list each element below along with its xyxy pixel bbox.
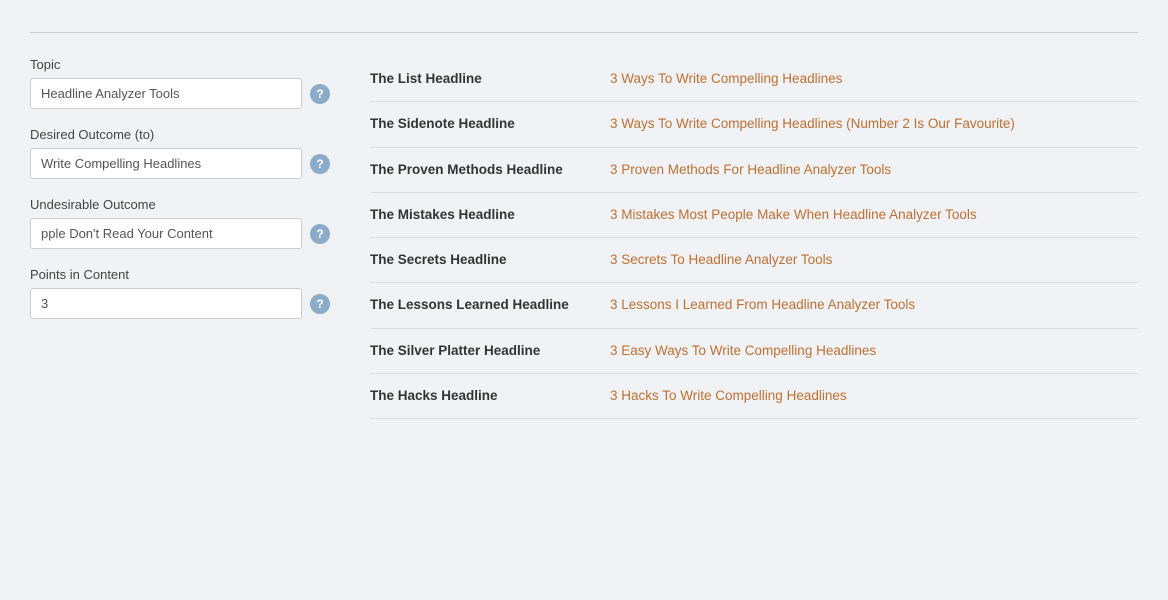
headline-row: The Hacks Headline 3 Hacks To Write Compe… (370, 374, 1138, 419)
help-icon-topic[interactable]: ? (310, 84, 330, 104)
label-desired_outcome: Desired Outcome (to) (30, 127, 330, 142)
headline-value[interactable]: 3 Easy Ways To Write Compelling Headline… (610, 341, 1138, 361)
field-group-desired_outcome: Desired Outcome (to)? (30, 127, 330, 179)
headline-type-label: The Lessons Learned Headline (370, 295, 590, 312)
title-divider (30, 32, 1138, 33)
headline-type-label: The Mistakes Headline (370, 205, 590, 222)
page-container: Topic?Desired Outcome (to)?Undesirable O… (0, 0, 1168, 439)
input-desired_outcome[interactable] (30, 148, 302, 179)
input-row-desired_outcome: ? (30, 148, 330, 179)
headline-row: The Secrets Headline 3 Secrets To Headlin… (370, 238, 1138, 283)
input-row-topic: ? (30, 78, 330, 109)
headline-value[interactable]: 3 Secrets To Headline Analyzer Tools (610, 250, 1138, 270)
headline-type-label: The Sidenote Headline (370, 114, 590, 131)
field-group-undesirable_outcome: Undesirable Outcome? (30, 197, 330, 249)
left-panel: Topic?Desired Outcome (to)?Undesirable O… (30, 57, 330, 419)
input-row-points_in_content: ? (30, 288, 330, 319)
headline-row: The Mistakes Headline 3 Mistakes Most Peo… (370, 193, 1138, 238)
headline-row: The Silver Platter Headline 3 Easy Ways T… (370, 329, 1138, 374)
help-icon-desired_outcome[interactable]: ? (310, 154, 330, 174)
headline-row: The Proven Methods Headline 3 Proven Meth… (370, 148, 1138, 193)
headline-type-label: The Secrets Headline (370, 250, 590, 267)
headline-type-label: The Proven Methods Headline (370, 160, 590, 177)
headline-value[interactable]: 3 Ways To Write Compelling Headlines (Nu… (610, 114, 1138, 134)
label-undesirable_outcome: Undesirable Outcome (30, 197, 330, 212)
field-group-points_in_content: Points in Content? (30, 267, 330, 319)
headline-value[interactable]: 3 Hacks To Write Compelling Headlines (610, 386, 1138, 406)
headline-type-label: The Hacks Headline (370, 386, 590, 403)
input-row-undesirable_outcome: ? (30, 218, 330, 249)
headline-type-label: The List Headline (370, 69, 590, 86)
label-topic: Topic (30, 57, 330, 72)
help-icon-undesirable_outcome[interactable]: ? (310, 224, 330, 244)
help-icon-points_in_content[interactable]: ? (310, 294, 330, 314)
headline-type-label: The Silver Platter Headline (370, 341, 590, 358)
field-group-topic: Topic? (30, 57, 330, 109)
headline-value[interactable]: 3 Lessons I Learned From Headline Analyz… (610, 295, 1138, 315)
headline-value[interactable]: 3 Mistakes Most People Make When Headlin… (610, 205, 1138, 225)
headline-row: The Sidenote Headline 3 Ways To Write Com… (370, 102, 1138, 147)
input-topic[interactable] (30, 78, 302, 109)
input-points_in_content[interactable] (30, 288, 302, 319)
headline-row: The Lessons Learned Headline 3 Lessons I … (370, 283, 1138, 328)
headline-value[interactable]: 3 Ways To Write Compelling Headlines (610, 69, 1138, 89)
main-layout: Topic?Desired Outcome (to)?Undesirable O… (30, 57, 1138, 419)
headline-value[interactable]: 3 Proven Methods For Headline Analyzer T… (610, 160, 1138, 180)
right-panel: The List Headline 3 Ways To Write Compell… (370, 57, 1138, 419)
input-undesirable_outcome[interactable] (30, 218, 302, 249)
label-points_in_content: Points in Content (30, 267, 330, 282)
headline-row: The List Headline 3 Ways To Write Compell… (370, 57, 1138, 102)
